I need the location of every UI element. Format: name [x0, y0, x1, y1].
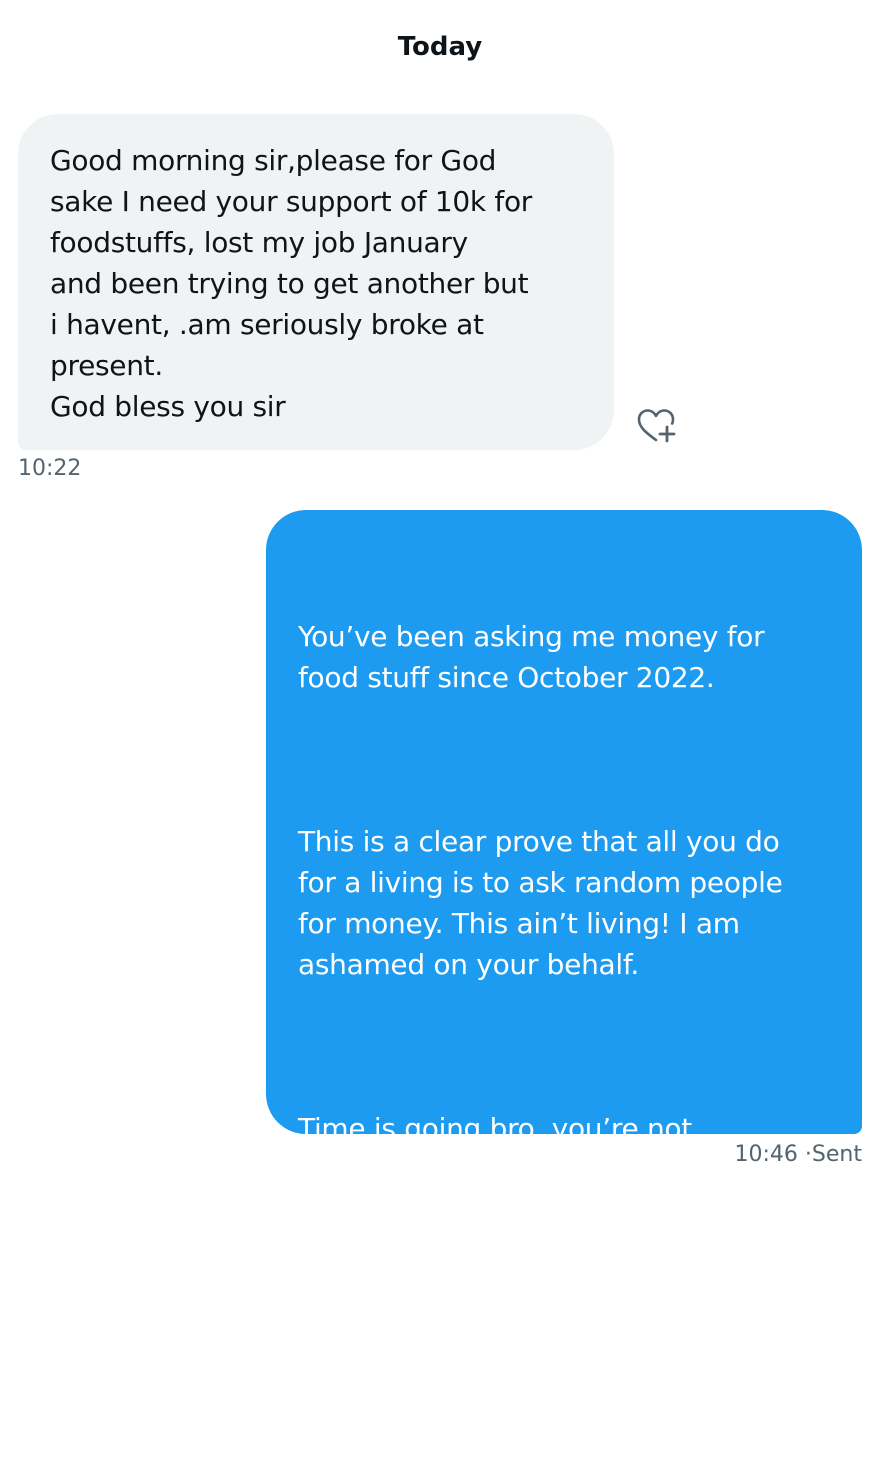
sent-message-paragraph: This is a clear prove that all you do fo… [298, 825, 783, 981]
add-reaction-button[interactable] [634, 406, 678, 446]
sent-message-time: 10:46 [734, 1142, 798, 1167]
heart-plus-icon [637, 409, 676, 443]
date-header: Today [397, 32, 483, 62]
meta-separator: · [804, 1142, 812, 1167]
sent-message-paragraph: Go learn a skill or go get a job before … [298, 1317, 716, 1432]
sent-message-paragraph: You’ve been asking me money for food stu… [298, 620, 765, 694]
received-message-time: 10:22 [18, 456, 82, 481]
delivery-status: Sent [811, 1142, 862, 1167]
sent-message-bubble[interactable]: You’ve been asking me money for food stu… [266, 510, 862, 1432]
received-message-bubble[interactable]: Good morning sir,please for God sake I n… [18, 114, 614, 450]
sent-message-meta: 10:46 ·Sent [735, 1142, 862, 1167]
